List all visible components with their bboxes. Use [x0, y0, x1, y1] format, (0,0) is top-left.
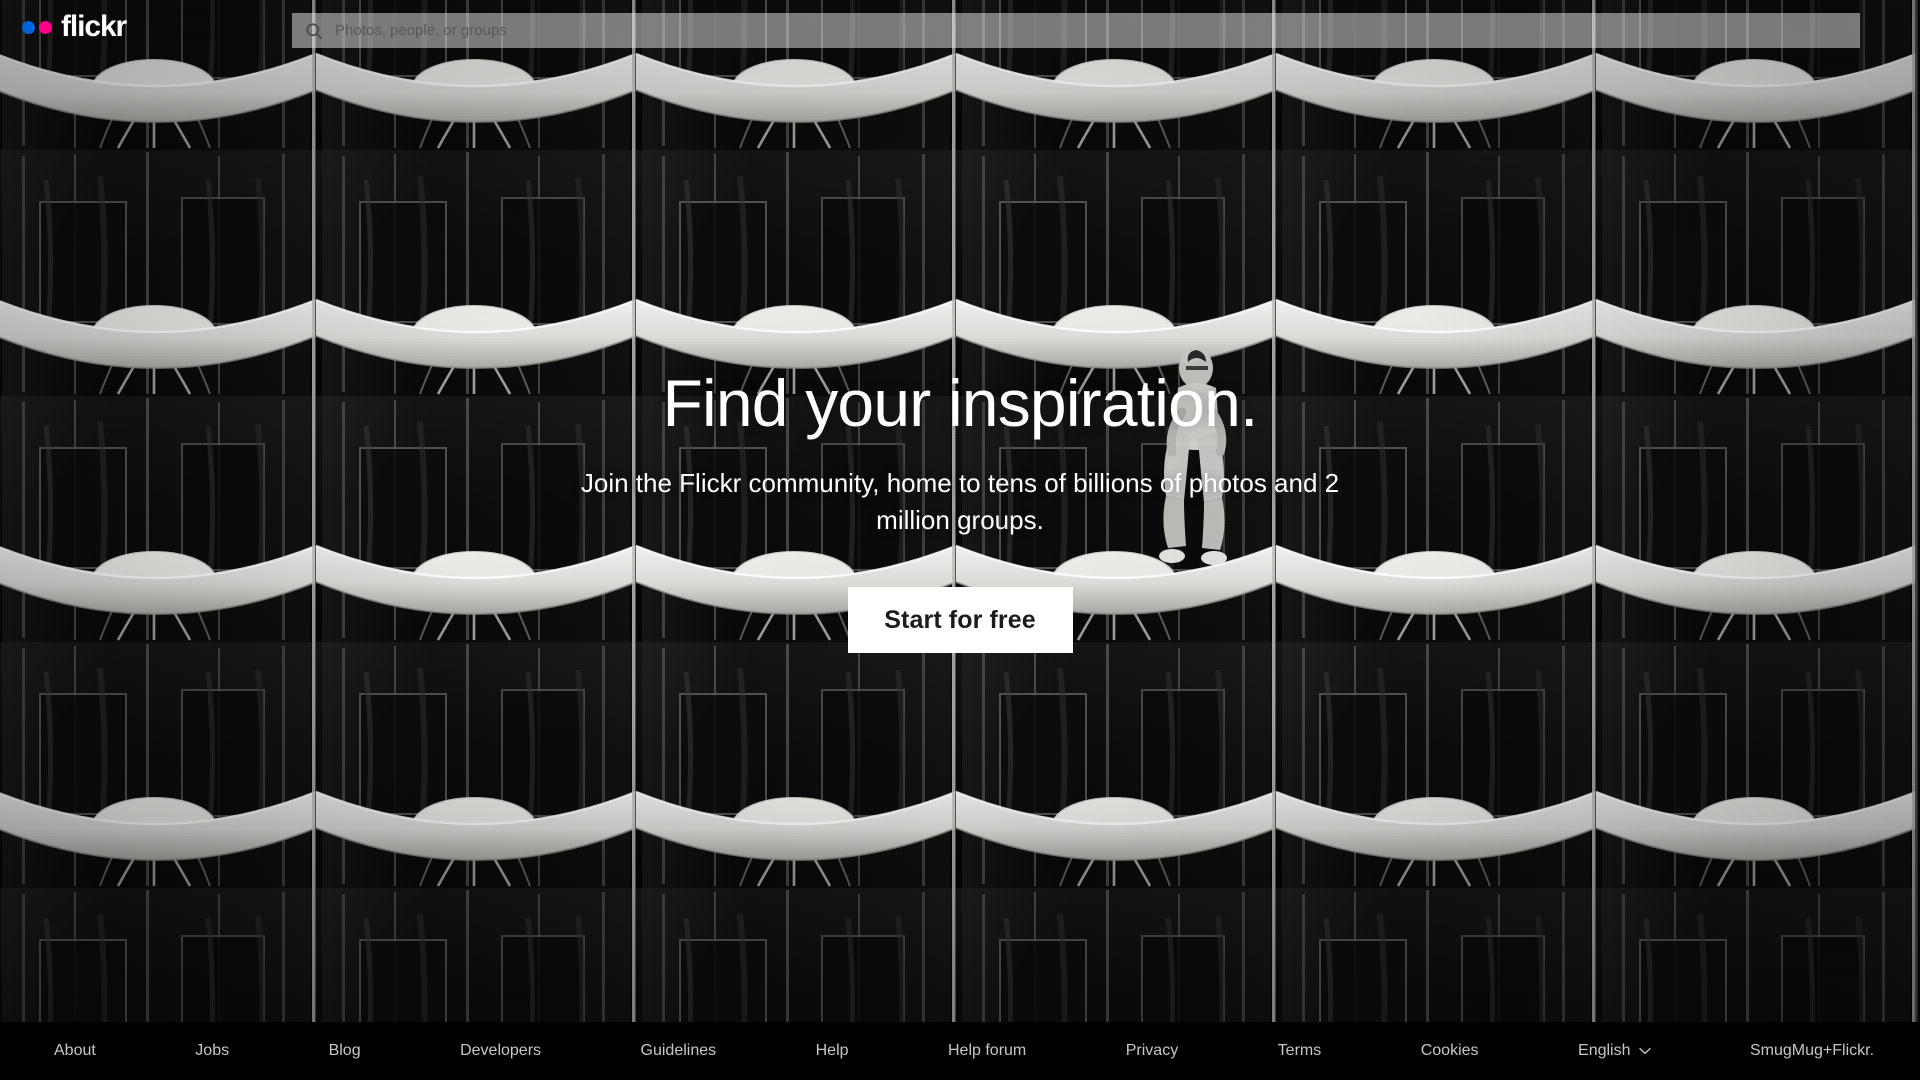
footer-link-guidelines[interactable]: Guidelines — [641, 1042, 717, 1060]
search-icon — [306, 22, 323, 39]
flickr-logo[interactable]: flickr — [22, 10, 127, 44]
footer-links: About Jobs Blog Developers Guidelines He… — [0, 1042, 1920, 1060]
logo-wordmark: flickr — [61, 10, 127, 43]
language-label: English — [1578, 1042, 1631, 1059]
footer-link-terms[interactable]: Terms — [1278, 1042, 1322, 1060]
language-selector[interactable]: English — [1578, 1042, 1651, 1060]
footer-link-about[interactable]: About — [54, 1042, 96, 1060]
logo-dot-pink — [39, 20, 52, 34]
logo-dots — [22, 20, 52, 34]
footer-link-help-forum[interactable]: Help forum — [948, 1042, 1026, 1060]
search-bar[interactable] — [292, 13, 1860, 48]
site-footer: About Jobs Blog Developers Guidelines He… — [0, 1022, 1920, 1080]
footer-link-jobs[interactable]: Jobs — [195, 1042, 229, 1060]
logo-dot-blue — [22, 20, 35, 34]
footer-link-cookies[interactable]: Cookies — [1421, 1042, 1479, 1060]
search-input[interactable] — [335, 13, 1860, 48]
footer-link-developers[interactable]: Developers — [460, 1042, 541, 1060]
footer-link-smugmug-flickr[interactable]: SmugMug+Flickr. — [1750, 1042, 1874, 1060]
hero-subtitle: Join the Flickr community, home to tens … — [580, 468, 1340, 536]
footer-link-help[interactable]: Help — [816, 1042, 849, 1060]
footer-link-privacy[interactable]: Privacy — [1126, 1042, 1178, 1060]
flickr-landing-page: flickr Find your inspiration. Join the F… — [0, 0, 1920, 1080]
page-title: Find your inspiration. — [662, 366, 1258, 440]
site-header: flickr — [0, 0, 1920, 56]
footer-link-blog[interactable]: Blog — [329, 1042, 361, 1060]
chevron-down-icon — [1638, 1047, 1651, 1055]
start-for-free-button[interactable]: Start for free — [847, 587, 1073, 654]
